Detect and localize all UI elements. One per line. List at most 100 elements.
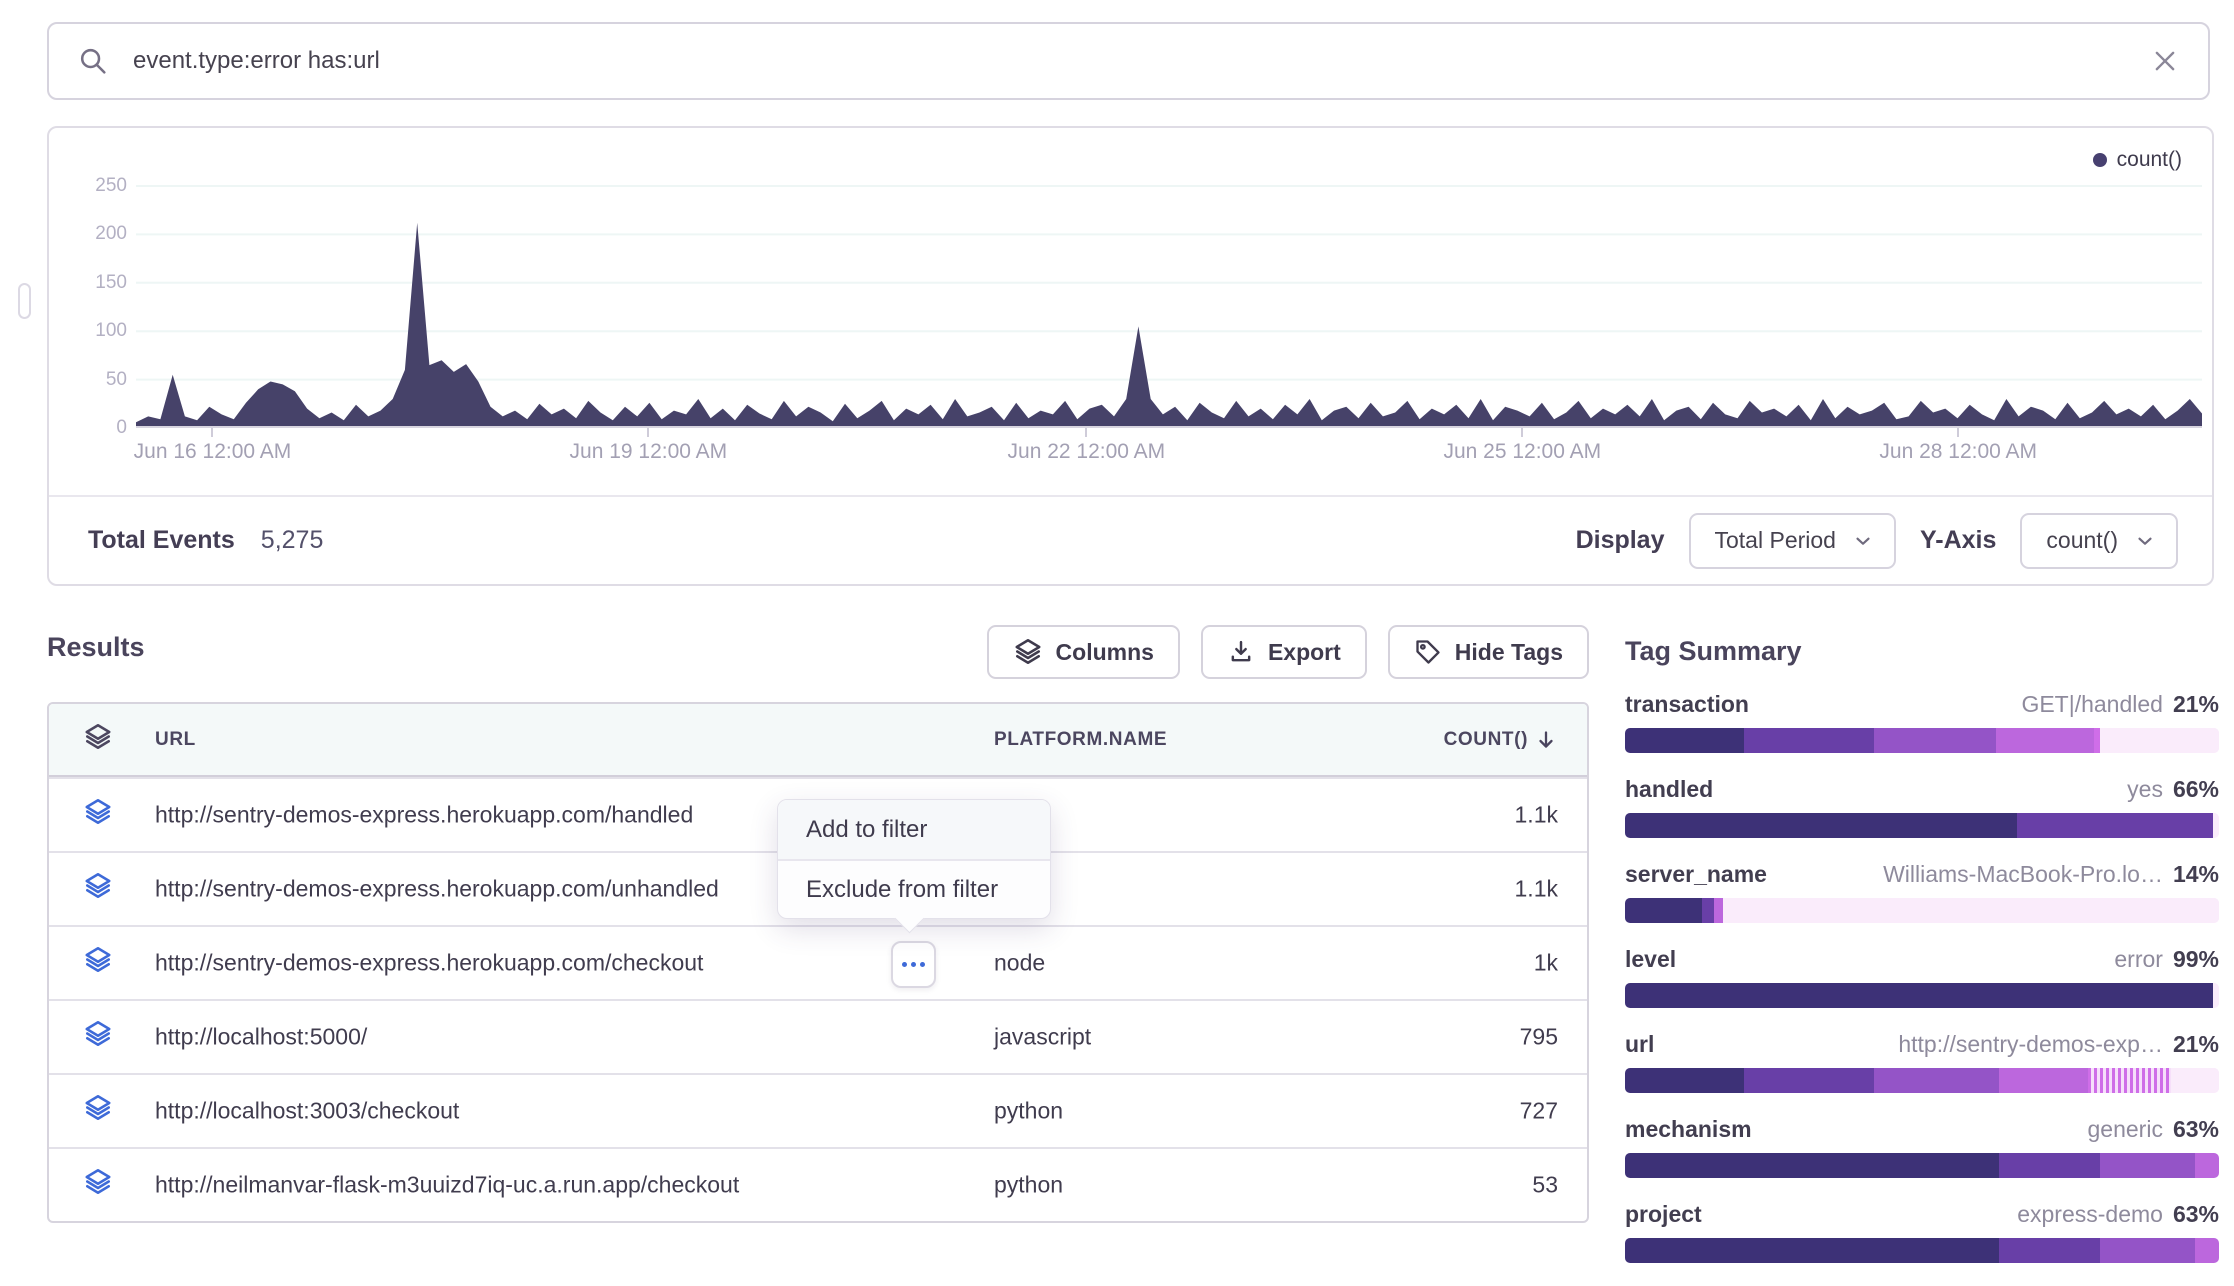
count-cell[interactable]: 727 [1520, 1098, 1558, 1125]
tag-bar-segment[interactable] [2100, 728, 2219, 753]
tag-name[interactable]: transaction [1625, 691, 1749, 718]
y-axis-tick-label: 0 [53, 417, 127, 439]
platform-cell[interactable]: javascript [994, 1024, 1091, 1051]
tag-summary-heading: Tag Summary [1625, 636, 2219, 667]
layers-icon [1013, 637, 1043, 667]
tag-bar-segment[interactable] [2017, 813, 2213, 838]
column-header-platform-name[interactable]: PLATFORM.NAME [994, 729, 1167, 751]
tag-bar-segment[interactable] [2213, 813, 2219, 838]
tag-bar-segment[interactable] [1625, 813, 2017, 838]
platform-cell[interactable]: python [994, 1172, 1063, 1199]
tag-bar-segment[interactable] [1744, 728, 1875, 753]
layers-icon [83, 871, 113, 901]
tag-summary-entry-url: url http://sentry-demos-exp… 21% [1625, 1031, 2219, 1093]
tag-bar-segment[interactable] [1625, 1068, 1744, 1093]
layers-icon [83, 1019, 113, 1049]
tag-bar-segment[interactable] [1874, 1068, 1999, 1093]
tag-bar-segment[interactable] [2100, 1238, 2195, 1263]
add-to-filter-menu-item[interactable]: Add to filter [778, 800, 1050, 859]
column-header-count[interactable]: COUNT() [1444, 728, 1558, 752]
results-table: URL PLATFORM.NAME COUNT() http://sentry-… [47, 702, 1589, 1223]
tag-bar-segment[interactable] [1625, 1153, 1999, 1178]
layers-icon [83, 722, 113, 752]
tag-bar-segment[interactable] [1714, 898, 1723, 923]
count-cell[interactable]: 795 [1520, 1024, 1558, 1051]
tag-name[interactable]: url [1625, 1031, 1654, 1058]
tag-top-value: yes [2127, 776, 2163, 803]
search-input[interactable]: event.type:error has:url [133, 47, 2150, 75]
tag-bar-segment[interactable] [2195, 1238, 2219, 1263]
tag-bar-segment[interactable] [1625, 983, 2213, 1008]
tag-distribution-bar [1625, 898, 2219, 923]
column-header-url[interactable]: URL [155, 729, 196, 751]
search-icon [77, 45, 109, 77]
platform-cell[interactable]: node [994, 950, 1045, 977]
tag-bar-segment[interactable] [1723, 898, 2219, 923]
display-select[interactable]: Total Period [1689, 513, 1896, 569]
count-cell[interactable]: 53 [1532, 1172, 1558, 1199]
tag-summary-entry-handled: handled yes 66% [1625, 776, 2219, 838]
tag-top-percent: 21% [2173, 1031, 2219, 1058]
columns-button[interactable]: Columns [987, 625, 1180, 679]
chart-footer: Total Events 5,275 Display Total Period … [49, 497, 2212, 584]
cell-action-menu: Add to filterExclude from filter [777, 799, 1051, 919]
tag-bar-segment[interactable] [1874, 728, 1996, 753]
url-cell[interactable]: http://neilmanvar-flask-m3uuizd7iq-uc.a.… [155, 1172, 739, 1199]
tag-bar-segment[interactable] [2195, 1153, 2219, 1178]
tag-distribution-bar [1625, 1238, 2219, 1263]
tag-bar-segment[interactable] [1999, 1153, 2100, 1178]
count-cell[interactable]: 1.1k [1515, 802, 1558, 829]
layers-icon [83, 945, 113, 975]
layers-icon [83, 1093, 113, 1123]
total-events-value: 5,275 [261, 526, 324, 555]
count-cell[interactable]: 1k [1534, 950, 1558, 977]
tag-bar-segment[interactable] [1999, 1238, 2100, 1263]
count-cell[interactable]: 1.1k [1515, 876, 1558, 903]
url-cell[interactable]: http://localhost:5000/ [155, 1024, 367, 1051]
tag-name[interactable]: mechanism [1625, 1116, 1752, 1143]
cell-actions-button[interactable] [891, 941, 936, 988]
tag-bar-segment[interactable] [1625, 728, 1744, 753]
tag-name[interactable]: server_name [1625, 861, 1767, 888]
search-bar[interactable]: event.type:error has:url [47, 22, 2210, 100]
hide-tags-button[interactable]: Hide Tags [1388, 625, 1589, 679]
results-heading: Results [47, 632, 145, 663]
platform-cell[interactable]: python [994, 1098, 1063, 1125]
tag-bar-segment[interactable] [2171, 1068, 2219, 1093]
table-row[interactable]: http://sentry-demos-express.herokuapp.co… [49, 925, 1587, 999]
tag-name[interactable]: handled [1625, 776, 1713, 803]
url-cell[interactable]: http://localhost:3003/checkout [155, 1098, 459, 1125]
clear-search-icon[interactable] [2150, 46, 2180, 76]
tag-bar-segment[interactable] [2088, 1068, 2171, 1093]
x-axis-tick [1957, 428, 1959, 437]
sidebar-collapse-handle[interactable] [18, 283, 31, 319]
yaxis-label: Y-Axis [1920, 526, 1996, 555]
export-button[interactable]: Export [1201, 625, 1367, 679]
yaxis-select[interactable]: count() [2020, 513, 2178, 569]
tag-bar-segment[interactable] [1702, 898, 1714, 923]
tag-bar-segment[interactable] [2213, 983, 2219, 1008]
tag-name[interactable]: level [1625, 946, 1676, 973]
table-row[interactable]: http://neilmanvar-flask-m3uuizd7iq-uc.a.… [49, 1147, 1587, 1221]
event-volume-chart[interactable]: 250200150100500Jun 16 12:00 AMJun 19 12:… [136, 128, 2202, 428]
tag-bar-segment[interactable] [1744, 1068, 1875, 1093]
download-icon [1227, 638, 1255, 666]
tag-bar-segment[interactable] [1996, 728, 2094, 753]
tag-bar-segment[interactable] [1999, 1068, 2088, 1093]
x-axis-tick [1085, 428, 1087, 437]
exclude-from-filter-menu-item[interactable]: Exclude from filter [778, 859, 1050, 918]
tag-bar-segment[interactable] [1625, 898, 1702, 923]
y-axis-tick-label: 200 [53, 223, 127, 245]
layers-row-icon [83, 1093, 113, 1129]
button-label: Export [1268, 639, 1341, 666]
y-axis-tick-label: 100 [53, 320, 127, 342]
table-row[interactable]: http://localhost:3003/checkout python 72… [49, 1073, 1587, 1147]
url-cell[interactable]: http://sentry-demos-express.herokuapp.co… [155, 950, 703, 977]
tag-bar-segment[interactable] [1625, 1238, 1999, 1263]
table-row[interactable]: http://localhost:5000/ javascript 795 [49, 999, 1587, 1073]
url-cell[interactable]: http://sentry-demos-express.herokuapp.co… [155, 876, 719, 903]
tag-summary-entry-project: project express-demo 63% [1625, 1201, 2219, 1263]
tag-bar-segment[interactable] [2100, 1153, 2195, 1178]
url-cell[interactable]: http://sentry-demos-express.herokuapp.co… [155, 802, 693, 829]
layers-row-icon [83, 1019, 113, 1055]
